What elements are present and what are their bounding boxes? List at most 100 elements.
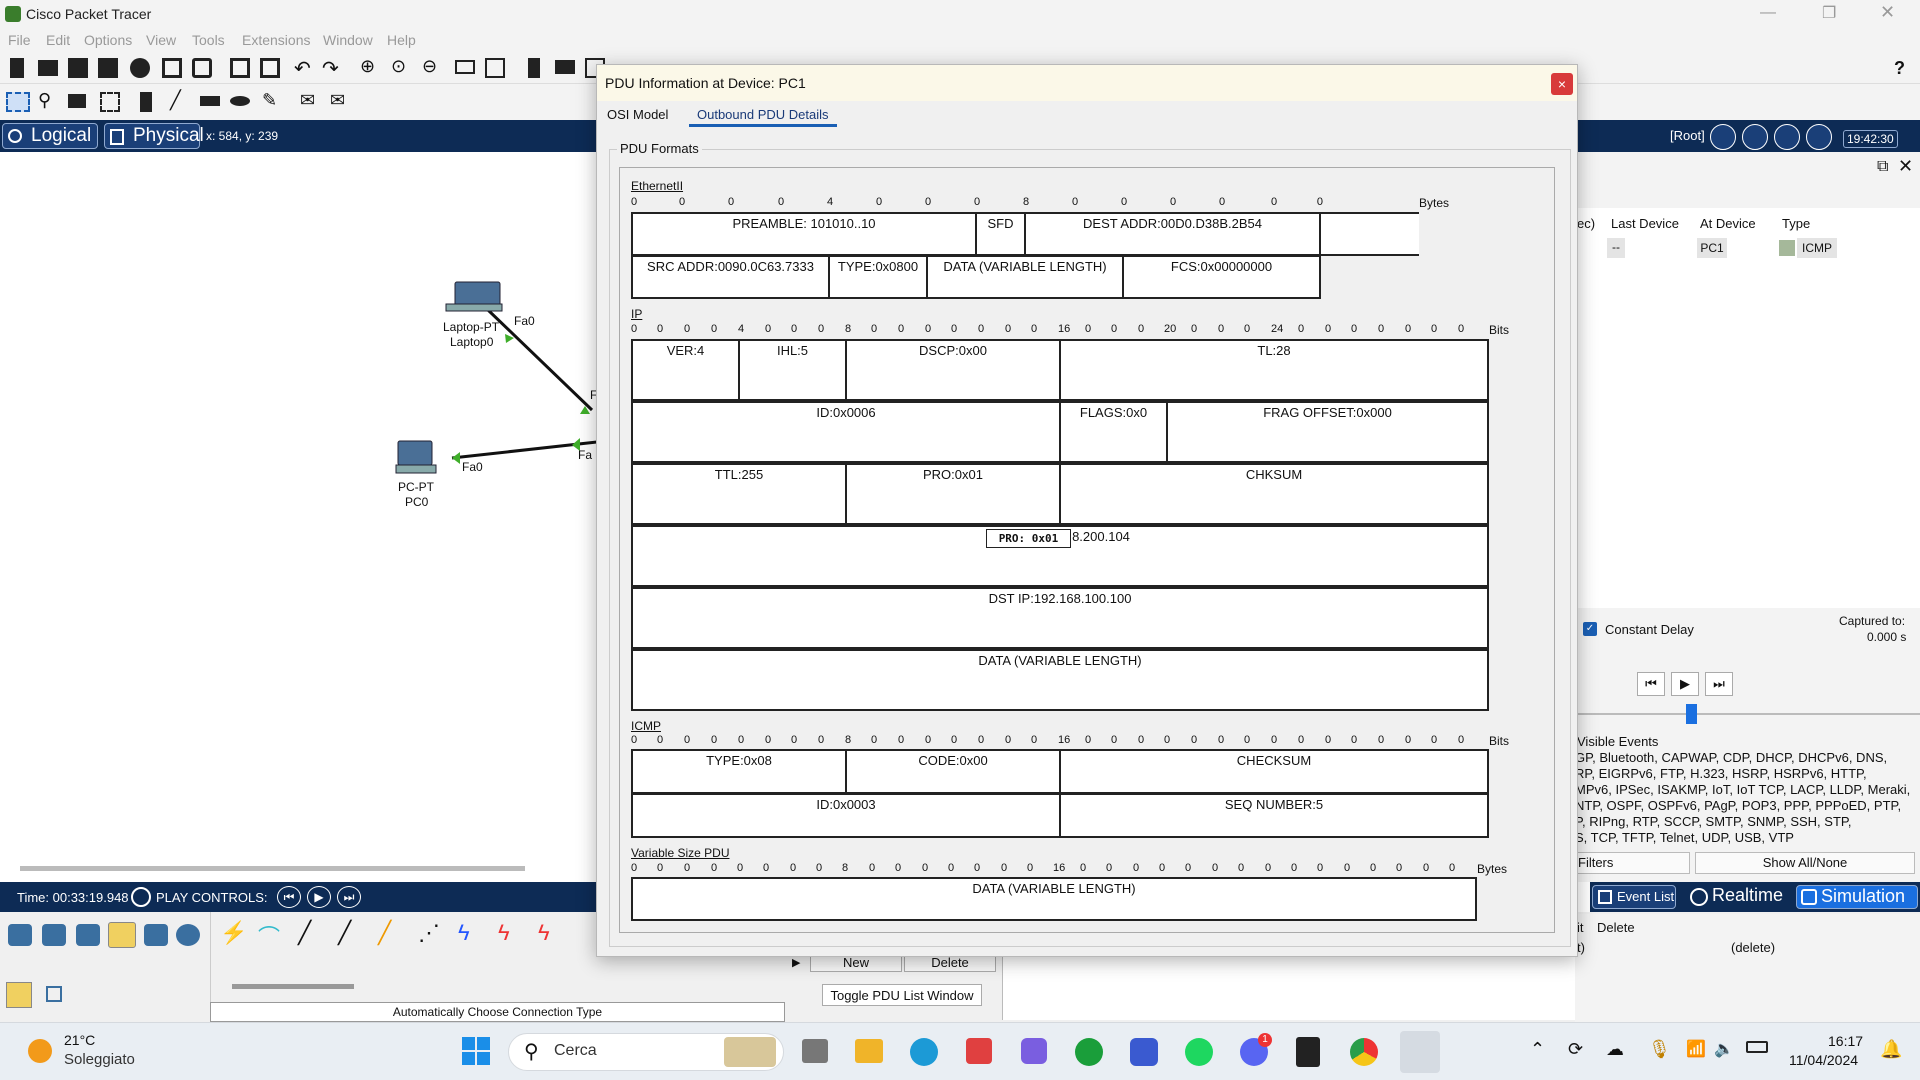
root-label[interactable]: [Root] xyxy=(1670,128,1705,143)
device-category-routers-icon[interactable] xyxy=(8,924,32,946)
inspect-icon[interactable]: ⚲ xyxy=(38,90,58,110)
palette-scrollbar[interactable] xyxy=(232,984,354,989)
zoom-out-icon[interactable]: ⊖ xyxy=(422,56,442,76)
volume-icon[interactable]: 🔈 xyxy=(1714,1039,1734,1059)
clock-time[interactable]: 16:17 xyxy=(1828,1033,1863,1049)
menu-extensions[interactable]: Extensions xyxy=(242,32,310,48)
drawing-palette-icon[interactable] xyxy=(455,60,475,74)
sim-back-button[interactable]: ⏮ xyxy=(1637,672,1665,696)
wifi-icon[interactable]: 📶 xyxy=(1686,1039,1706,1059)
subcategory-grid-icon[interactable] xyxy=(46,986,62,1002)
zoom-in-icon[interactable]: ⊕ xyxy=(360,56,380,76)
physical-tab[interactable]: Physical xyxy=(104,123,204,149)
menu-options[interactable]: Options xyxy=(84,32,132,48)
freeform-icon[interactable]: ✎ xyxy=(262,90,282,110)
menu-view[interactable]: View xyxy=(146,32,176,48)
phone-cable-icon[interactable]: ⋰ xyxy=(418,920,444,950)
select-icon[interactable] xyxy=(6,92,30,112)
file-explorer-icon[interactable] xyxy=(855,1039,883,1063)
clock-icon[interactable] xyxy=(131,887,151,907)
delete-icon[interactable] xyxy=(68,94,86,108)
pdu-list-expand-icon[interactable]: ▶ xyxy=(792,956,800,969)
edit-filters-button[interactable]: Filters xyxy=(1575,852,1690,874)
notepad-icon[interactable] xyxy=(1021,1038,1047,1064)
draw-ellipse-icon[interactable] xyxy=(230,96,250,106)
help-icon[interactable]: ? xyxy=(1894,58,1914,78)
device-category-connections-icon[interactable] xyxy=(108,922,136,948)
event-list-button[interactable]: Event List xyxy=(1592,885,1676,909)
navigation-icon[interactable] xyxy=(1774,124,1800,150)
pdu-row-delete[interactable]: (delete) xyxy=(1731,940,1775,955)
speed-slider[interactable] xyxy=(1686,704,1697,724)
workspace-hscrollbar[interactable] xyxy=(20,866,525,871)
xbox-icon[interactable] xyxy=(1075,1038,1103,1066)
battery-icon[interactable] xyxy=(1746,1041,1768,1053)
add-complex-pdu-icon[interactable]: ✉ xyxy=(330,90,350,110)
menu-file[interactable]: File xyxy=(8,32,31,48)
add-simple-pdu-icon[interactable]: ✉ xyxy=(300,90,320,110)
menu-window[interactable]: Window xyxy=(323,32,373,48)
sync-icon[interactable]: ⟳ xyxy=(1568,1039,1583,1060)
dialog-close-button[interactable]: × xyxy=(1551,73,1573,95)
fiber-icon[interactable]: ╱ xyxy=(378,920,404,950)
cloud-icon[interactable] xyxy=(1742,124,1768,150)
menu-edit[interactable]: Edit xyxy=(46,32,70,48)
weather-sun-icon[interactable] xyxy=(28,1039,52,1063)
spotify-icon[interactable] xyxy=(1185,1038,1213,1066)
weather-temp[interactable]: 21°C xyxy=(64,1032,95,1048)
clock-date[interactable]: 11/04/2024 xyxy=(1789,1052,1858,1068)
microphone-icon[interactable]: 🎙 xyxy=(1648,1039,1671,1060)
menu-help[interactable]: Help xyxy=(387,32,416,48)
panel-restore-icon[interactable]: ⧉ xyxy=(1877,158,1888,176)
pdu-row-edit[interactable]: t) xyxy=(1577,940,1585,955)
start-icon[interactable] xyxy=(462,1037,490,1065)
packet-tracer-icon[interactable] xyxy=(1400,1031,1440,1073)
chrome-icon[interactable] xyxy=(1350,1038,1378,1066)
show-all-button[interactable]: Show All/None xyxy=(1695,852,1915,874)
store-icon[interactable] xyxy=(966,1038,992,1064)
tab-outbound-pdu[interactable]: Outbound PDU Details xyxy=(689,107,837,127)
back-icon[interactable] xyxy=(1710,124,1736,150)
task-view-icon[interactable] xyxy=(802,1039,828,1063)
sim-play-button[interactable]: ▶ xyxy=(1671,672,1699,696)
show-hidden-icons[interactable]: ⌃ xyxy=(1530,1039,1545,1060)
server-icon[interactable] xyxy=(555,60,575,74)
network-info-icon[interactable] xyxy=(162,58,182,78)
subcategory-connections-icon[interactable] xyxy=(6,982,32,1008)
viewport-icon[interactable] xyxy=(528,58,540,78)
cloud-offline-icon[interactable]: ☁ xyxy=(1606,1039,1624,1060)
draw-rect-icon[interactable] xyxy=(200,96,220,106)
new-file-icon[interactable] xyxy=(10,58,24,78)
simulation-button[interactable]: Simulation xyxy=(1796,885,1918,909)
realtime-button[interactable]: Realtime xyxy=(1688,885,1792,909)
rewind-icon[interactable]: ⏮ xyxy=(277,886,301,908)
device-category-enddevices-icon[interactable] xyxy=(76,924,100,946)
copy-icon[interactable] xyxy=(230,58,250,78)
open-folder-icon[interactable] xyxy=(38,60,58,76)
draw-line-icon[interactable]: ╱ xyxy=(170,90,190,110)
print-icon[interactable] xyxy=(98,58,118,78)
save-icon[interactable] xyxy=(68,58,88,78)
paste-icon[interactable] xyxy=(260,58,280,78)
resize-icon[interactable] xyxy=(100,92,120,112)
device-category-wireless-icon[interactable] xyxy=(176,924,200,946)
serial-dte-icon[interactable]: ϟ xyxy=(538,920,564,950)
teams-icon[interactable] xyxy=(1130,1038,1158,1066)
sim-forward-button[interactable]: ⏭ xyxy=(1705,672,1733,696)
undo-icon[interactable]: ↶ xyxy=(294,56,314,80)
tab-osi-model[interactable]: OSI Model xyxy=(607,107,668,122)
event-at-device[interactable]: PC1 xyxy=(1697,238,1727,258)
logical-workspace[interactable]: Laptop-PT Laptop0 Fa0 PC-PT PC0 Fa0 F Fa xyxy=(0,152,597,882)
activity-wizard-icon[interactable] xyxy=(192,58,212,78)
console-cable-icon[interactable]: ⌒ xyxy=(258,920,284,950)
device-category-misc-icon[interactable] xyxy=(144,924,168,946)
minimize-button[interactable]: — xyxy=(1760,4,1780,24)
device-category-switches-icon[interactable] xyxy=(42,924,66,946)
weather-desc[interactable]: Soleggiato xyxy=(64,1051,135,1068)
redo-icon[interactable]: ↷ xyxy=(322,56,342,80)
forward-icon[interactable]: ⏭ xyxy=(337,886,361,908)
event-type[interactable]: ICMP xyxy=(1797,238,1837,258)
maximize-button[interactable]: ❐ xyxy=(1822,3,1842,23)
logical-tab[interactable]: Logical xyxy=(2,123,98,149)
coaxial-icon[interactable]: ϟ xyxy=(458,920,484,950)
